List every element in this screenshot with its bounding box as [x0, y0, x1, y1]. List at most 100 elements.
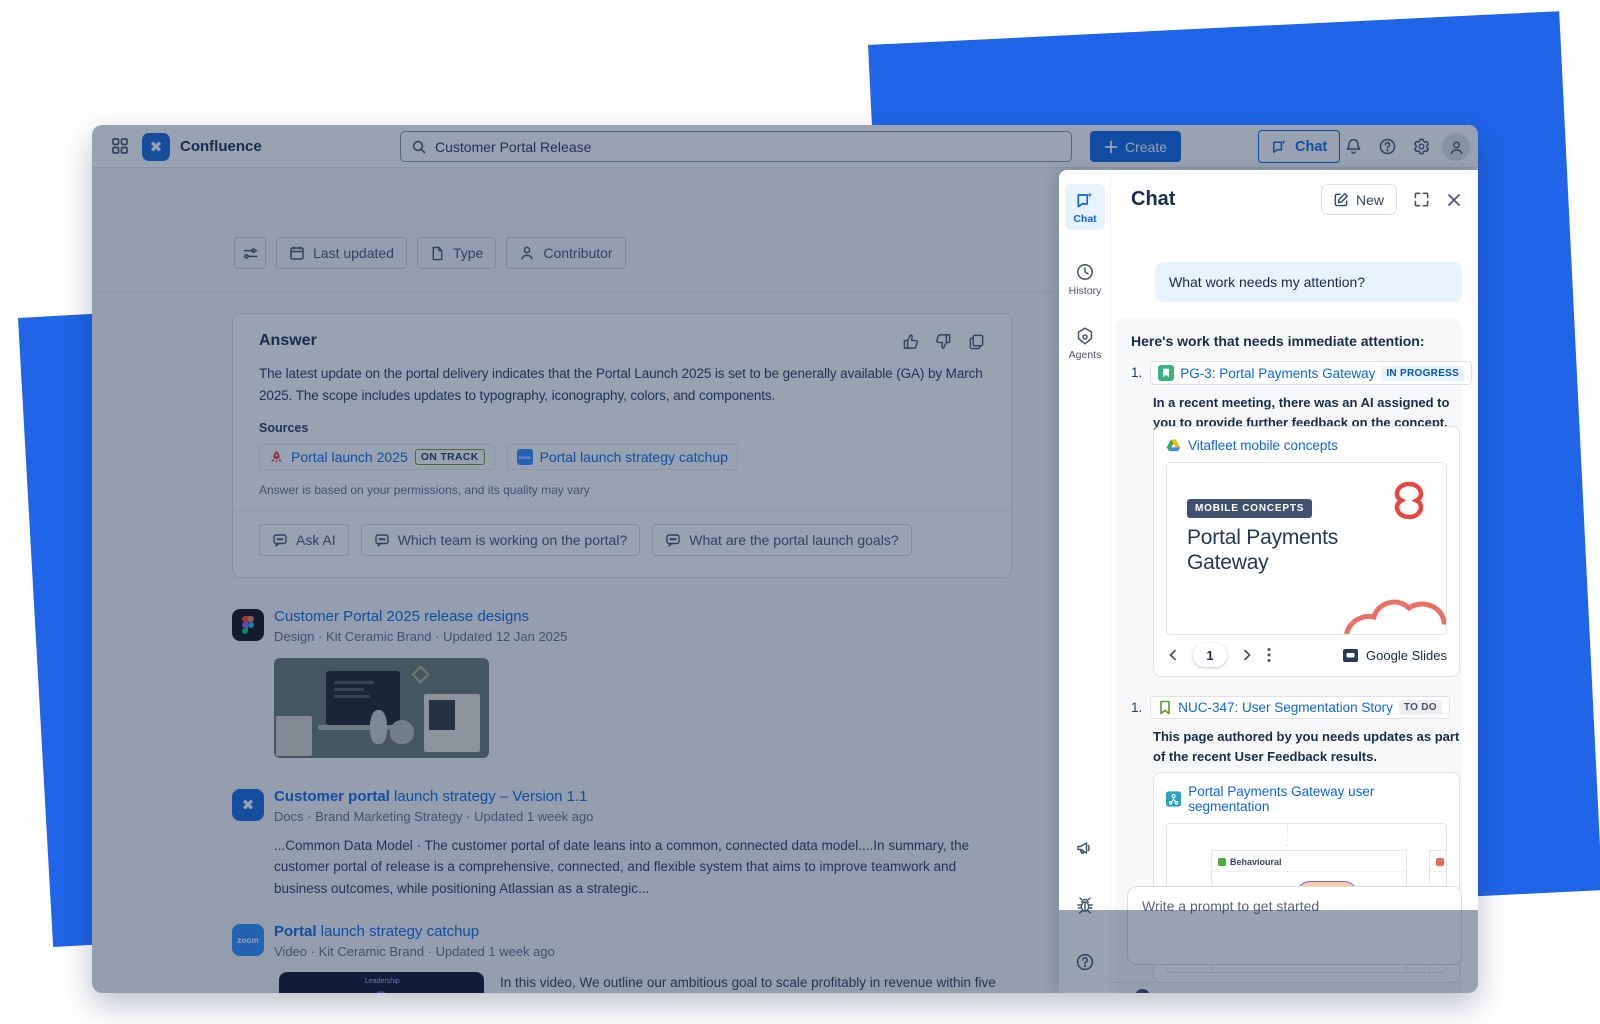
- page: ✖ Confluence Create Chat: [0, 0, 1600, 1024]
- suggested-question-button[interactable]: Which team is working on the portal?: [361, 524, 641, 556]
- user-avatar[interactable]: [1442, 133, 1470, 161]
- list-marker: 1.: [1131, 365, 1142, 380]
- slide-preview: MOBILE CONCEPTS Portal Payments Gateway: [1166, 462, 1447, 635]
- whiteboard-icon: [1166, 791, 1181, 807]
- filter-last-updated[interactable]: Last updated: [276, 237, 407, 269]
- divider: [233, 510, 1011, 511]
- ticket-link[interactable]: PG-3: Portal Payments Gateway: [1180, 366, 1375, 381]
- close-icon[interactable]: [1446, 192, 1462, 208]
- google-slides-label: Google Slides: [1342, 648, 1447, 663]
- embed-link[interactable]: Vitafleet mobile concepts: [1188, 438, 1338, 453]
- more-options-icon[interactable]: [1267, 647, 1271, 663]
- filter-type[interactable]: Type: [417, 237, 496, 269]
- rail-tab-history[interactable]: History: [1065, 256, 1105, 302]
- sources-label: Sources: [259, 421, 985, 435]
- result-meta: Video · Kit Ceramic Brand · Updated 1 we…: [274, 944, 1015, 959]
- search-result-doc: ✖ Customer portal launch strategy – Vers…: [232, 788, 1006, 899]
- search-icon: [411, 139, 427, 155]
- status-badge: TO DO: [1399, 700, 1442, 715]
- person-icon: [519, 245, 535, 261]
- decorative-squiggle: [1382, 477, 1436, 531]
- help-icon[interactable]: [1075, 952, 1095, 972]
- list-marker: 1.: [1131, 700, 1142, 715]
- result-thumbnail[interactable]: [274, 658, 489, 758]
- app-name: Confluence: [180, 138, 262, 155]
- new-chat-button[interactable]: New: [1321, 184, 1397, 215]
- ticket-link[interactable]: NUC-347: User Segmentation Story: [1178, 700, 1393, 715]
- result-title-link[interactable]: Portal launch strategy catchup: [274, 923, 1015, 940]
- divider: [1111, 982, 1462, 983]
- ask-ai-button[interactable]: Ask AI: [259, 524, 349, 556]
- green-chip-icon: [1218, 858, 1226, 866]
- answer-card: Answer The latest update on the portal: [232, 313, 1012, 578]
- chat-panel: Chat History Agents: [1059, 170, 1478, 993]
- video-thumbnail[interactable]: Leadership IT Product: [279, 972, 484, 993]
- chat-prompt-box[interactable]: [1127, 886, 1462, 965]
- item-description: This page authored by you needs updates …: [1153, 727, 1460, 766]
- jira-ticket-chip[interactable]: NUC-347: User Segmentation Story TO DO: [1150, 696, 1450, 719]
- source-chip-zoom-catchup[interactable]: zoom Portal launch strategy catchup: [507, 444, 738, 470]
- status-badge-on-track: ON TRACK: [415, 449, 485, 465]
- chat-panel-title: Chat: [1131, 188, 1175, 211]
- thumbs-down-icon[interactable]: [935, 333, 952, 350]
- result-meta: Design · Kit Ceramic Brand · Updated 12 …: [274, 629, 567, 644]
- feedback-megaphone-icon[interactable]: [1075, 838, 1095, 858]
- top-bar: ✖ Confluence Create Chat: [92, 125, 1478, 168]
- source-link[interactable]: Portal launch 2025: [291, 449, 408, 465]
- zoom-icon: zoom: [517, 449, 533, 465]
- confluence-doc-icon: ✖: [232, 789, 264, 821]
- chat-bubble-icon: [272, 532, 288, 548]
- answer-title: Answer: [259, 332, 317, 350]
- source-chip-portal-launch[interactable]: Portal launch 2025 ON TRACK: [259, 444, 495, 470]
- chat-rail: Chat History Agents: [1059, 170, 1111, 993]
- result-title-link[interactable]: Customer Portal 2025 release designs: [274, 608, 567, 625]
- slides-embed-card[interactable]: Vitafleet mobile concepts MOBILE CONCEPT…: [1153, 426, 1460, 677]
- chevron-left-icon[interactable]: [1166, 648, 1180, 662]
- google-drive-icon: [1166, 439, 1181, 453]
- embed-link[interactable]: Portal Payments Gateway user segmentatio…: [1188, 784, 1447, 814]
- rail-tab-chat[interactable]: Chat: [1065, 184, 1105, 230]
- thumbs-up-icon[interactable]: [902, 333, 919, 350]
- response-heading: Here's work that needs immediate attenti…: [1131, 333, 1446, 349]
- chevron-right-icon[interactable]: [1240, 648, 1254, 662]
- result-meta: Docs · Brand Marketing Strategy · Update…: [274, 809, 1006, 824]
- result-snippet: ...Common Data Model · The customer port…: [274, 835, 1006, 899]
- chat-bubble-icon: [665, 532, 681, 548]
- settings-gear-icon[interactable]: [1412, 137, 1431, 156]
- answer-disclaimer: Answer is based on your permissions, and…: [259, 483, 985, 497]
- chat-spark-icon: [1075, 190, 1095, 210]
- create-button[interactable]: Create: [1090, 131, 1181, 162]
- suggested-question-button[interactable]: What are the portal launch goals?: [652, 524, 911, 556]
- help-icon[interactable]: [1378, 137, 1397, 156]
- bookmark-icon: [1158, 700, 1172, 715]
- document-icon: [430, 246, 445, 261]
- zoom-icon: zoom: [232, 924, 264, 956]
- thumb-label: Leadership: [365, 978, 400, 985]
- rocket-icon: [269, 450, 284, 465]
- expand-icon[interactable]: [1413, 191, 1430, 208]
- copy-icon[interactable]: [968, 333, 985, 350]
- app-switcher-icon[interactable]: [110, 136, 130, 156]
- filter-settings-button[interactable]: [234, 237, 266, 269]
- global-search[interactable]: [400, 131, 1072, 162]
- result-title-link[interactable]: Customer portal launch strategy – Versio…: [274, 788, 1006, 805]
- rail-tab-agents[interactable]: Agents: [1065, 320, 1105, 366]
- source-link[interactable]: Portal launch strategy catchup: [540, 449, 728, 465]
- decorative-cloud: [1340, 578, 1447, 635]
- chat-toggle-button[interactable]: Chat: [1258, 130, 1340, 163]
- attention-item-pg3: 1. PG-3: Portal Payments Gateway IN PROG…: [1131, 361, 1446, 677]
- status-badge: IN PROGRESS: [1381, 366, 1464, 381]
- search-input[interactable]: [435, 139, 1061, 155]
- chat-prompt-input[interactable]: [1142, 898, 1447, 953]
- notifications-bell-icon[interactable]: [1344, 137, 1363, 156]
- slide-title: Portal Payments Gateway: [1187, 525, 1377, 575]
- google-slides-icon: [1342, 648, 1359, 663]
- agents-icon: [1075, 326, 1095, 346]
- jira-ticket-chip[interactable]: PG-3: Portal Payments Gateway IN PROGRES…: [1150, 361, 1472, 385]
- chat-bubble-icon: [374, 532, 390, 548]
- confluence-logo[interactable]: ✖: [142, 133, 170, 161]
- result-snippet: In this video, We outline our ambitious …: [500, 972, 1015, 993]
- search-result-figma: Customer Portal 2025 release designs Des…: [232, 608, 567, 758]
- bug-report-icon[interactable]: [1075, 895, 1095, 915]
- filter-contributor[interactable]: Contributor: [506, 237, 625, 269]
